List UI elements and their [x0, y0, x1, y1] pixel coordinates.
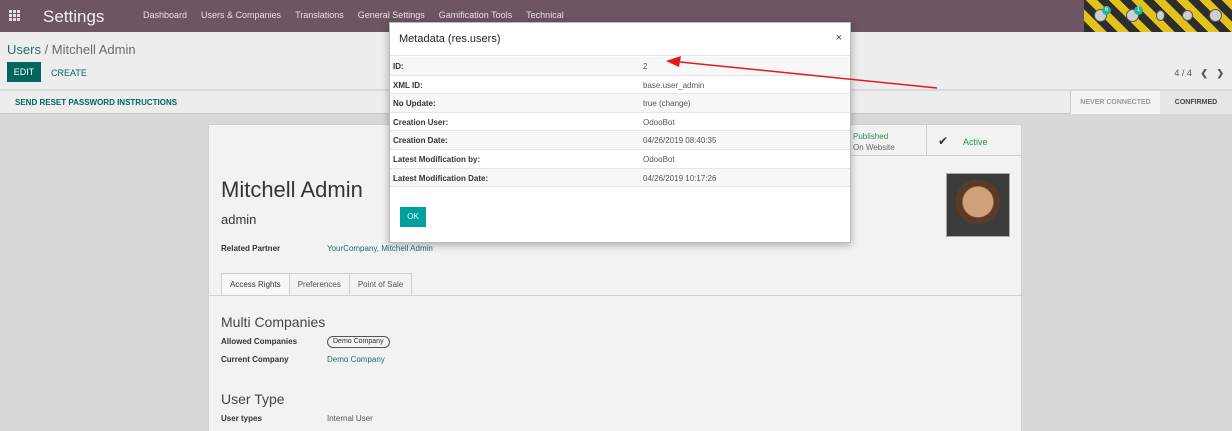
meta-key: XML ID:	[393, 80, 423, 90]
meta-key: Latest Modification Date:	[393, 173, 489, 183]
meta-value: OdooBot	[643, 117, 675, 127]
meta-key: Creation Date:	[393, 136, 448, 146]
table-row: No Update: true (change)	[390, 94, 850, 113]
dialog-header: Metadata (res.users) ×	[390, 23, 850, 56]
meta-key: Creation User:	[393, 117, 449, 127]
meta-key: Latest Modification by:	[393, 154, 481, 164]
table-row: Latest Modification by: OdooBot	[390, 150, 850, 169]
table-row: Creation Date: 04/26/2019 08:40:35	[390, 131, 850, 150]
meta-key: ID:	[393, 62, 404, 71]
table-row: Latest Modification Date: 04/26/2019 10:…	[390, 168, 850, 188]
table-row: ID: 2	[390, 57, 850, 76]
metadata-dialog: Metadata (res.users) × ID: 2 XML ID: bas…	[389, 22, 851, 243]
table-row: Creation User: OdooBot	[390, 113, 850, 132]
ok-button[interactable]: OK	[400, 207, 426, 227]
meta-value: OdooBot	[643, 154, 675, 164]
meta-value: 2	[643, 62, 648, 71]
meta-value[interactable]: true (change)	[643, 99, 691, 108]
meta-key: No Update:	[393, 99, 436, 109]
meta-value: 04/26/2019 10:17:26	[643, 173, 717, 183]
close-icon[interactable]: ×	[836, 32, 842, 44]
table-row: XML ID: base.user_admin	[390, 76, 850, 95]
meta-value: 04/26/2019 08:40:35	[643, 136, 717, 146]
metadata-table: ID: 2 XML ID: base.user_admin No Update:…	[390, 57, 850, 188]
meta-value: base.user_admin	[643, 80, 705, 90]
dialog-title: Metadata (res.users)	[399, 33, 501, 45]
